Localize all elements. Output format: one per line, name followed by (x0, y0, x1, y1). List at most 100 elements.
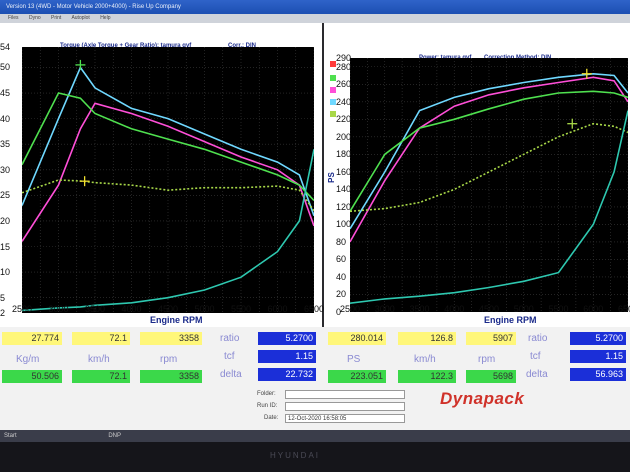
rpm-unit-label-right: rpm (478, 354, 496, 365)
screen: Version 13 (4WD - Motor Vehicle 2000+400… (0, 0, 630, 472)
readout-area: 27.774 72.1 3358 Kg/m km/h rpm 50.506 72… (0, 327, 630, 440)
x-tick-label: 5000 (194, 304, 215, 314)
menu-help[interactable]: Help (100, 15, 110, 21)
power-panel: Power: tamura gvf Correction Method: DIN… (324, 23, 630, 327)
torque-chart (21, 47, 315, 313)
power-peak-value: 223.051 (328, 370, 386, 383)
power-peak-rpm: 5698 (466, 370, 516, 383)
y-tick-label: 100 (336, 219, 352, 230)
power-x-axis-title: Engine RPM (484, 315, 537, 325)
delta-label-left: delta (220, 369, 242, 380)
run-id-label: Run ID: (257, 403, 278, 409)
y-tick-label: 15 (0, 241, 11, 252)
x-tick-label: 4500 (158, 304, 179, 314)
menu-print[interactable]: Print (51, 15, 61, 21)
power-y-axis-title: PS (326, 172, 336, 183)
tcf-label-left: tcf (224, 351, 235, 362)
menu-autoplot[interactable]: Autoplot (71, 15, 89, 21)
folder-label: Folder: (257, 391, 276, 397)
date-label: Date: (264, 415, 279, 421)
dynapack-logo: Dynapack (440, 389, 525, 408)
y-tick-label: 180 (336, 149, 352, 160)
power-unit-label: PS (347, 354, 361, 365)
power-cursor-speed: 126.8 (398, 332, 456, 345)
y-tick-label: 80 (336, 236, 347, 247)
x-tick-label: 2500 (12, 304, 33, 314)
y-tick-label: 120 (336, 201, 352, 212)
date-field: 12-Oct-2020 16:58:05 (285, 414, 405, 423)
delta-value-left: 22.732 (258, 368, 316, 381)
run-id-field[interactable] (285, 402, 405, 411)
window-title: Version 13 (4WD - Motor Vehicle 2000+400… (0, 0, 630, 14)
speed-unit-label-right: km/h (414, 354, 436, 365)
y-tick-label: 40 (0, 113, 11, 124)
torque-x-axis-title: Engine RPM (150, 315, 203, 325)
power-cursor-rpm: 5907 (466, 332, 516, 345)
y-tick-label: 25 (0, 190, 11, 201)
torque-unit-label: Kg/m (16, 354, 40, 365)
x-tick-label: 3000 (48, 304, 69, 314)
y-tick-label: 20 (0, 215, 11, 226)
ratio-value-left: 5.2700 (258, 332, 316, 345)
x-tick-label: 6000 (583, 304, 604, 314)
x-tick-label: 3500 (85, 304, 106, 314)
ratio-value-right: 5.2700 (570, 332, 626, 345)
y-tick-label: 280 (336, 61, 352, 72)
taskbar-item-dnp[interactable]: DNP (108, 433, 121, 439)
x-tick-label: 5500 (231, 304, 252, 314)
tcf-value-right: 1.15 (570, 350, 626, 363)
y-tick-label: 2 (0, 308, 6, 318)
power-plot (349, 58, 629, 312)
y-tick-label: 240 (336, 96, 352, 107)
ratio-label-right: ratio (528, 333, 548, 344)
power-chart (349, 58, 629, 312)
x-tick-label: 2500 (340, 304, 361, 314)
x-tick-label: 5000 (513, 304, 534, 314)
rpm-unit-label-left: rpm (160, 354, 178, 365)
y-tick-label: 60 (336, 254, 347, 265)
folder-field[interactable] (285, 390, 405, 399)
y-tick-label: 30 (0, 164, 11, 175)
power-peak-speed: 122.3 (398, 370, 456, 383)
delta-label-right: delta (526, 369, 548, 380)
torque-peak-speed: 72.1 (72, 370, 130, 383)
torque-peak-rpm: 3358 (140, 370, 202, 383)
x-tick-label: 3500 (409, 304, 430, 314)
menu-dyno[interactable]: Dyno (29, 15, 41, 21)
x-tick-label: 6500 (304, 304, 325, 314)
torque-plot (21, 47, 315, 313)
x-tick-label: 3000 (374, 304, 395, 314)
y-tick-label: 40 (336, 271, 347, 282)
torque-peak-value: 50.506 (2, 370, 62, 383)
y-tick-label: 5 (0, 292, 6, 303)
y-tick-label: 140 (336, 184, 352, 195)
ratio-label-left: ratio (220, 333, 240, 344)
torque-cursor-rpm: 3358 (140, 332, 202, 345)
x-tick-label: 5500 (548, 304, 569, 314)
x-tick-label: 6500 (618, 304, 630, 314)
start-button[interactable]: Start (4, 433, 17, 439)
y-tick-label: 200 (336, 131, 352, 142)
torque-cursor-value: 27.774 (2, 332, 62, 345)
y-tick-label: 260 (336, 79, 352, 90)
tcf-value-left: 1.15 (258, 350, 316, 363)
y-tick-label: 220 (336, 114, 352, 125)
torque-panel: Torque (Axle Torque + Gear Ratio): tamur… (0, 23, 325, 327)
y-tick-label: 10 (0, 267, 11, 278)
y-tick-label: 20 (336, 289, 347, 300)
menu-bar: Files Dyno Print Autoplot Help (0, 14, 630, 23)
x-tick-label: 6000 (267, 304, 288, 314)
y-tick-label: 45 (0, 88, 11, 99)
menu-files[interactable]: Files (8, 15, 19, 21)
delta-value-right: 56.963 (570, 368, 626, 381)
tcf-label-right: tcf (530, 351, 541, 362)
power-cursor-value: 280.014 (328, 332, 386, 345)
x-tick-label: 4000 (121, 304, 142, 314)
y-tick-label: 35 (0, 139, 11, 150)
taskbar: Start DNP (0, 430, 630, 442)
monitor-brand: HYUNDAI (270, 451, 321, 460)
speed-unit-label-left: km/h (88, 354, 110, 365)
y-tick-label: 54 (0, 42, 11, 52)
torque-cursor-speed: 72.1 (72, 332, 130, 345)
x-tick-label: 4000 (444, 304, 465, 314)
